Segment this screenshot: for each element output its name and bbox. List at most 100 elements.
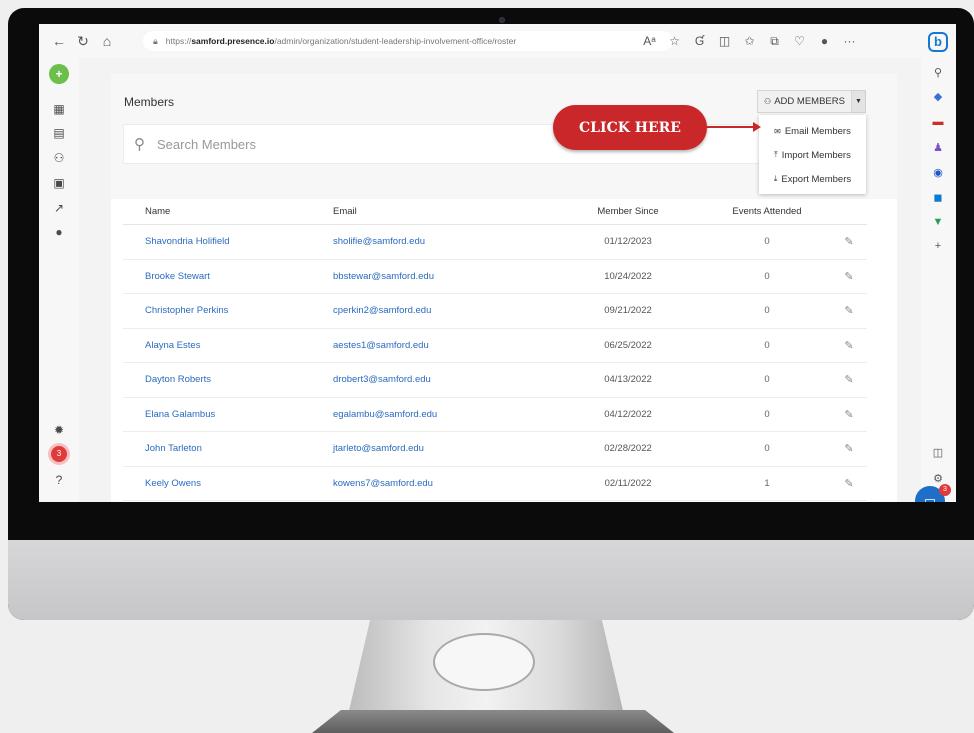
favorites-icon[interactable]: ✩ xyxy=(737,34,762,48)
member-since-date: 02/28/2022 xyxy=(604,443,652,455)
edit-pencil-icon[interactable]: ✎ xyxy=(831,304,867,317)
edit-pencil-icon[interactable]: ✎ xyxy=(831,339,867,352)
member-name-link[interactable]: Brooke Stewart xyxy=(123,271,313,282)
search-icon[interactable]: ⚲ xyxy=(929,66,947,79)
split-screen-icon[interactable]: ◫ xyxy=(712,34,737,48)
callout-arrow xyxy=(707,126,755,128)
events-attended-count: 0 xyxy=(764,305,770,317)
settings-gear-icon[interactable]: ✹ xyxy=(49,420,69,440)
app-left-rail: + ▦ ▤ ⚇ ▣ ↗ ● ✹ 3 ? xyxy=(39,58,79,502)
menu-item-export-members[interactable]: ⤓ Export Members xyxy=(759,167,866,191)
help-icon[interactable]: ? xyxy=(49,470,69,490)
stand-base xyxy=(312,710,674,733)
column-header-name[interactable]: Name xyxy=(123,206,313,217)
edit-pencil-icon[interactable]: ✎ xyxy=(831,442,867,455)
url-prefix: https:// xyxy=(165,36,192,46)
add-members-button[interactable]: ⚇ ADD MEMBERS xyxy=(757,90,852,113)
members-table: Name Email Member Since Events Attended … xyxy=(123,199,867,501)
table-row: Alayna Estes aestes1@samford.edu 06/25/202… xyxy=(123,329,867,363)
lock-icon: 🔒︎ xyxy=(153,35,158,46)
edit-pencil-icon[interactable]: ✎ xyxy=(831,270,867,283)
add-members-dropdown-toggle[interactable]: ▼ xyxy=(852,90,866,113)
menu-item-label: Export Members xyxy=(781,173,852,185)
edit-pencil-icon[interactable]: ✎ xyxy=(831,373,867,386)
menu-item-email-members[interactable]: ✉ Email Members xyxy=(759,119,866,143)
member-email-link[interactable]: cperkin2@samford.edu xyxy=(313,305,553,316)
column-header-member-since[interactable]: Member Since xyxy=(553,206,703,217)
member-email-link[interactable]: bbstewar@samford.edu xyxy=(313,271,553,282)
member-name-link[interactable]: John Tarleton xyxy=(123,443,313,454)
dashboard-icon[interactable]: ▦ xyxy=(49,99,69,119)
upload-icon: ⤒ xyxy=(774,150,778,159)
member-since-date: 10/24/2022 xyxy=(604,270,652,282)
events-attended-count: 0 xyxy=(764,236,770,248)
person-icon[interactable]: ● xyxy=(49,222,69,242)
add-members-menu: ✉ Email Members ⤒ Import Members ⤓ Expor… xyxy=(759,115,866,194)
table-row: Dayton Roberts drobert3@samford.edu 04/13/… xyxy=(123,363,867,398)
outlook-icon[interactable]: ◼ xyxy=(929,191,947,204)
tag-icon[interactable]: ◆ xyxy=(929,90,947,103)
add-icon[interactable]: + xyxy=(49,64,69,84)
edit-pencil-icon[interactable]: ✎ xyxy=(831,235,867,248)
calendar-icon[interactable]: ▣ xyxy=(49,173,69,193)
member-email-link[interactable]: kowens7@samford.edu xyxy=(313,478,553,489)
edit-pencil-icon[interactable]: ✎ xyxy=(831,408,867,421)
member-email-link[interactable]: drobert3@samford.edu xyxy=(313,374,553,385)
office-icon[interactable]: ◉ xyxy=(929,166,947,179)
column-header-events-attended[interactable]: Events Attended xyxy=(703,206,831,217)
member-email-link[interactable]: jtarleto@samford.edu xyxy=(313,443,553,454)
callout-arrowhead xyxy=(753,122,761,132)
events-attended-count: 1 xyxy=(764,477,770,489)
chat-badge: 3 xyxy=(939,484,951,496)
member-email-link[interactable]: sholifie@samford.edu xyxy=(313,236,553,247)
events-attended-count: 0 xyxy=(764,408,770,420)
url-host: samford.presence.io xyxy=(191,36,275,46)
member-name-link[interactable]: Elana Galambus xyxy=(123,409,313,420)
member-name-link[interactable]: Alayna Estes xyxy=(123,340,313,351)
users-icon[interactable]: ⚇ xyxy=(49,148,69,168)
profile-avatar-icon[interactable]: ● xyxy=(812,34,837,48)
bing-copilot-icon[interactable]: b xyxy=(928,32,948,52)
sidebar-panel-icon[interactable]: ◫ xyxy=(929,446,947,459)
member-email-link[interactable]: aestes1@samford.edu xyxy=(313,340,553,351)
search-icon: ⚲ xyxy=(134,136,145,153)
menu-item-import-members[interactable]: ⤒ Import Members xyxy=(759,143,866,167)
table-row: John Tarleton jtarleto@samford.edu 02/28/2… xyxy=(123,432,867,467)
back-arrow-icon[interactable]: ← xyxy=(47,33,71,49)
main-content: Members ⚲ Search Members ⚇ ADD MEMBERS ▼… xyxy=(79,58,951,502)
member-since-date: 01/12/2023 xyxy=(604,236,652,248)
games-icon[interactable]: ♟ xyxy=(929,141,947,154)
caret-down-icon: ▼ xyxy=(855,98,862,105)
address-bar[interactable]: 🔒︎ https://samford.presence.io/admin/org… xyxy=(143,31,673,51)
edit-pencil-icon[interactable]: ✎ xyxy=(831,477,867,490)
analytics-icon[interactable]: ↗ xyxy=(49,198,69,218)
member-name-link[interactable]: Shavondria Holifield xyxy=(123,236,313,247)
more-menu-icon[interactable]: ··· xyxy=(837,34,862,48)
notification-badge[interactable]: 3 xyxy=(51,446,67,462)
favorite-star-icon[interactable]: ☆ xyxy=(662,34,687,48)
table-body: Shavondria Holifield sholifie@samford.edu… xyxy=(123,225,867,501)
shopping-icon[interactable]: Ɠ xyxy=(687,34,712,48)
member-name-link[interactable]: Christopher Perkins xyxy=(123,305,313,316)
column-header-email[interactable]: Email xyxy=(313,206,553,217)
read-aloud-icon[interactable]: A͏ᵃ xyxy=(637,34,662,48)
toolbox-icon[interactable]: ▬ xyxy=(929,116,947,128)
collections-icon[interactable]: ⧉ xyxy=(762,34,787,49)
document-icon[interactable]: ▤ xyxy=(49,123,69,143)
table-row: Shavondria Holifield sholifie@samford.edu… xyxy=(123,225,867,260)
home-icon[interactable]: ⌂ xyxy=(95,33,119,49)
member-since-date: 02/11/2022 xyxy=(604,477,652,489)
refresh-icon[interactable]: ↻ xyxy=(71,33,95,50)
designer-icon[interactable]: ▼ xyxy=(929,216,947,228)
member-name-link[interactable]: Dayton Roberts xyxy=(123,374,313,385)
events-attended-count: 0 xyxy=(764,339,770,351)
menu-item-label: Email Members xyxy=(784,125,851,137)
member-name-link[interactable]: Keely Owens xyxy=(123,478,313,489)
browser-essentials-icon[interactable]: ♡ xyxy=(787,34,812,48)
add-sidebar-icon[interactable]: + xyxy=(929,240,947,252)
member-email-link[interactable]: egalambu@samford.edu xyxy=(313,409,553,420)
table-row: Elana Galambus egalambu@samford.edu 04/12/… xyxy=(123,398,867,432)
url-path: /admin/organization/student-leadership-i… xyxy=(274,36,517,46)
member-since-date: 04/12/2022 xyxy=(604,408,652,420)
download-icon: ⤓ xyxy=(773,174,778,183)
